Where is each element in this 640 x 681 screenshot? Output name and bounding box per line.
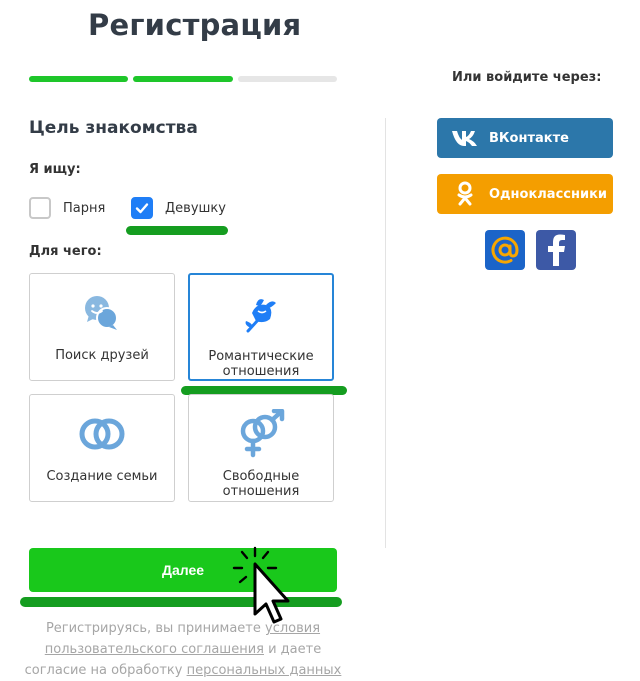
purpose-label: Для чего: xyxy=(29,244,102,259)
progress-step-3 xyxy=(237,76,337,82)
looking-for-label: Я ищу: xyxy=(29,162,81,177)
option-girl[interactable]: Девушку xyxy=(131,197,226,219)
social-login-title: Или войдите через: xyxy=(452,70,602,85)
mail-login-button[interactable] xyxy=(485,230,525,270)
registration-progress xyxy=(29,76,337,82)
terms-part1: Регистрируясь, вы принимаете xyxy=(45,621,265,636)
purpose-card-family[interactable]: Создание семьи xyxy=(29,394,175,502)
odnoklassniki-logo-icon xyxy=(457,181,473,206)
purpose-card-friends[interactable]: Поиск друзей xyxy=(29,273,175,381)
terms-link-personal-data[interactable]: персональных данных xyxy=(187,663,342,678)
chat-bubbles-icon xyxy=(85,296,118,330)
cursor-click-icon xyxy=(232,546,290,624)
purpose-card-free-label: Свободные отношения xyxy=(222,469,300,499)
progress-step-1 xyxy=(29,76,129,82)
purpose-card-family-label: Создание семьи xyxy=(46,469,158,484)
terms-text: Регистрируясь, вы принимаете условия пол… xyxy=(20,618,346,681)
vk-login-label: ВКонтакте xyxy=(489,130,569,146)
option-guy-label: Парня xyxy=(63,200,106,216)
ok-login-button[interactable]: Одноклассники xyxy=(437,174,613,214)
page-title: Регистрация xyxy=(88,8,302,42)
option-girl-label: Девушку xyxy=(165,200,226,216)
flower-icon xyxy=(245,299,276,333)
ok-login-label: Одноклассники xyxy=(489,186,608,202)
checkbox-guy[interactable] xyxy=(29,197,51,219)
purpose-card-romance[interactable]: Романтические отношения xyxy=(188,273,334,381)
section-title: Цель знакомства xyxy=(29,118,198,138)
checkbox-girl[interactable] xyxy=(131,197,153,219)
vk-login-button[interactable]: ВКонтакте xyxy=(437,118,613,158)
facebook-logo-icon xyxy=(548,234,565,266)
checkmark-icon xyxy=(135,203,149,214)
progress-step-2 xyxy=(133,76,233,82)
purpose-card-free[interactable]: Свободные отношения xyxy=(188,394,334,502)
facebook-login-button[interactable] xyxy=(536,230,576,270)
option-guy[interactable]: Парня xyxy=(29,197,105,219)
purpose-card-romance-label: Романтические отношения xyxy=(208,349,314,379)
mail-at-icon xyxy=(491,236,519,264)
rings-icon xyxy=(79,418,125,450)
column-divider xyxy=(385,118,386,548)
vk-logo-icon xyxy=(452,131,477,146)
highlight-mark-girl xyxy=(126,226,228,235)
gender-symbols-icon xyxy=(240,409,285,458)
purpose-card-friends-label: Поиск друзей xyxy=(55,348,149,363)
